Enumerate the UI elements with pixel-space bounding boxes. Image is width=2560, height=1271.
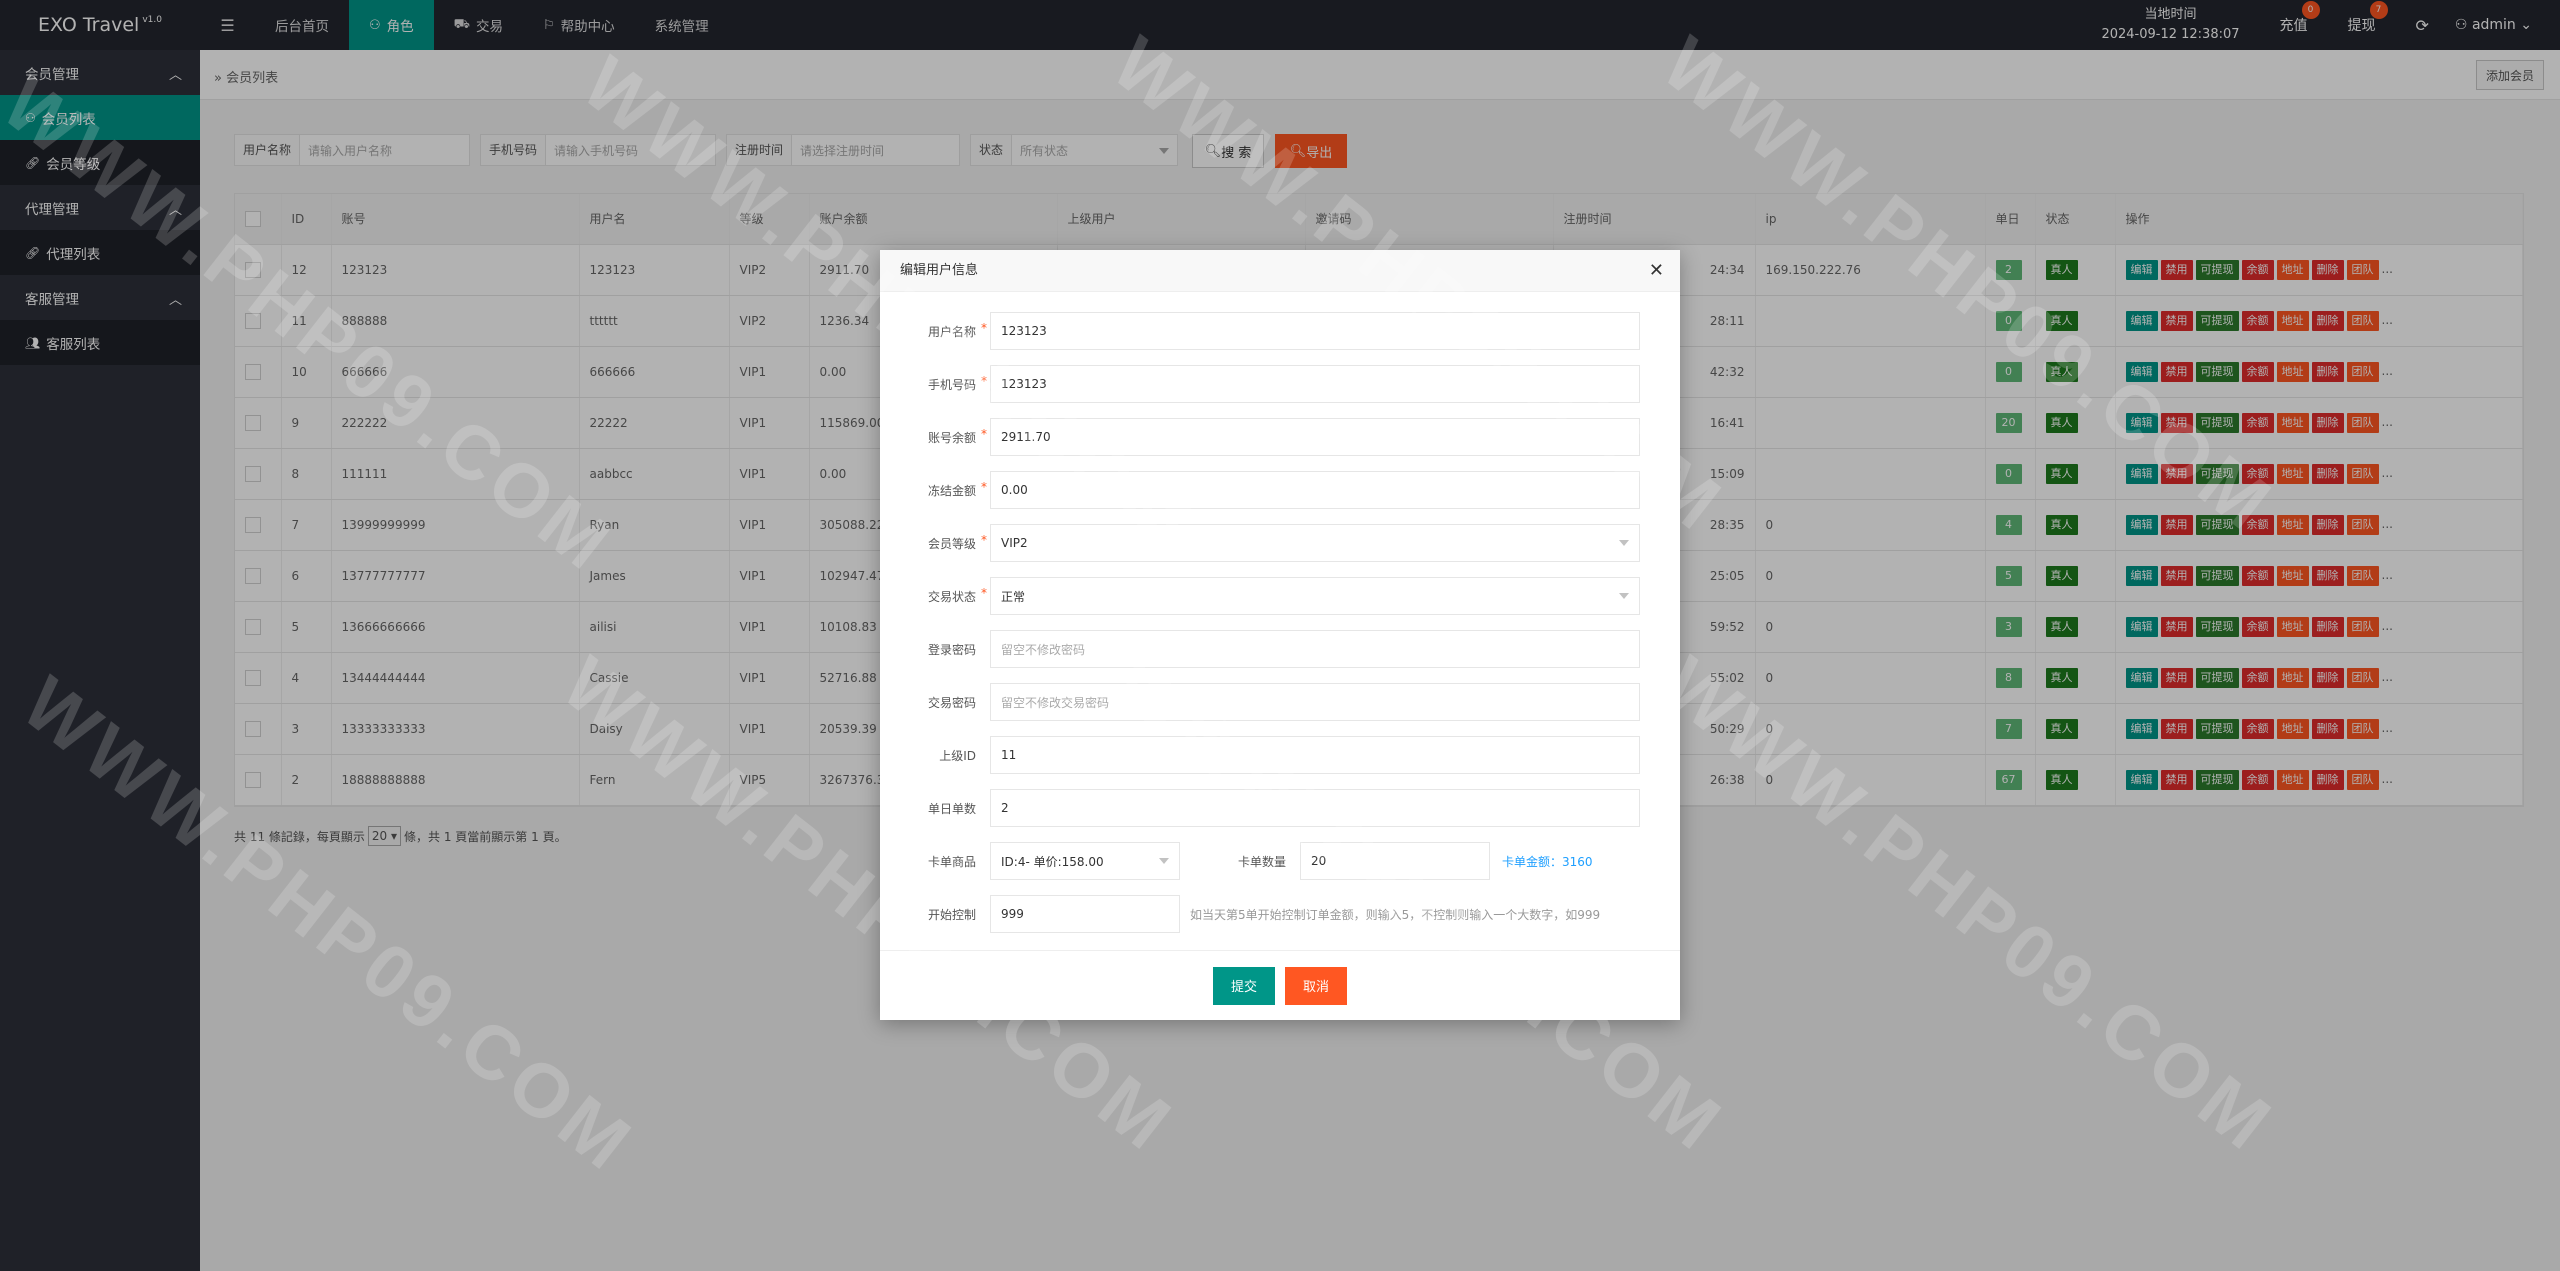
modal-footer: 提交 取消: [880, 950, 1680, 1020]
cancel-button[interactable]: 取消: [1285, 966, 1348, 1005]
chevron-down-icon: [1619, 593, 1629, 599]
trade-password-row: 交易密码 留空不修改交易密码: [880, 683, 1640, 721]
balance-field[interactable]: 2911.70: [990, 418, 1640, 456]
trade-password-field[interactable]: 留空不修改交易密码: [990, 683, 1640, 721]
login-password-field[interactable]: 留空不修改密码: [990, 630, 1640, 668]
edit-user-modal: 编辑用户信息 ✕ 用户名称 * 123123 手机号码 * 123123 账号余额 *…: [880, 250, 1680, 1020]
frozen-field[interactable]: 0.00: [990, 471, 1640, 509]
parent-id-row: 上级ID 11: [880, 736, 1640, 774]
submit-button[interactable]: 提交: [1212, 966, 1275, 1005]
chevron-down-icon: [1619, 540, 1629, 546]
close-icon[interactable]: ✕: [1649, 260, 1664, 281]
phone-field[interactable]: 123123: [990, 365, 1640, 403]
start-control-hint: 如当天第5单开始控制订单金额，则输入5，不控制则输入一个大数字，如999: [1190, 907, 1601, 922]
level-select[interactable]: VIP2: [990, 524, 1640, 562]
daily-count-row: 单日单数 2: [880, 789, 1640, 827]
level-row: 会员等级 * VIP2: [880, 524, 1640, 562]
chevron-down-icon: [1159, 858, 1169, 864]
frozen-row: 冻结金额 * 0.00: [880, 471, 1640, 509]
daily-count-field[interactable]: 2: [990, 789, 1640, 827]
card-product-select[interactable]: ID:4- 单价:158.00: [990, 842, 1180, 880]
card-count-field[interactable]: 20: [1300, 842, 1490, 880]
balance-row: 账号余额 * 2911.70: [880, 418, 1640, 456]
phone-row: 手机号码 * 123123: [880, 365, 1640, 403]
login-password-row: 登录密码 留空不修改密码: [880, 630, 1640, 668]
card-total: 卡单金额：3160: [1502, 854, 1593, 869]
trade-status-row: 交易状态 * 正常: [880, 577, 1640, 615]
card-row: 卡单商品 ID:4- 单价:158.00 卡单数量 20 卡单金额：3160: [880, 842, 1593, 880]
start-control-row: 开始控制 999 如当天第5单开始控制订单金额，则输入5，不控制则输入一个大数字…: [880, 895, 1600, 933]
start-control-field[interactable]: 999: [990, 895, 1180, 933]
trade-status-select[interactable]: 正常: [990, 577, 1640, 615]
modal-title: 编辑用户信息: [880, 250, 1680, 292]
parent-id-field[interactable]: 11: [990, 736, 1640, 774]
username-field[interactable]: 123123: [990, 312, 1640, 350]
username-row: 用户名称 * 123123: [880, 312, 1640, 350]
